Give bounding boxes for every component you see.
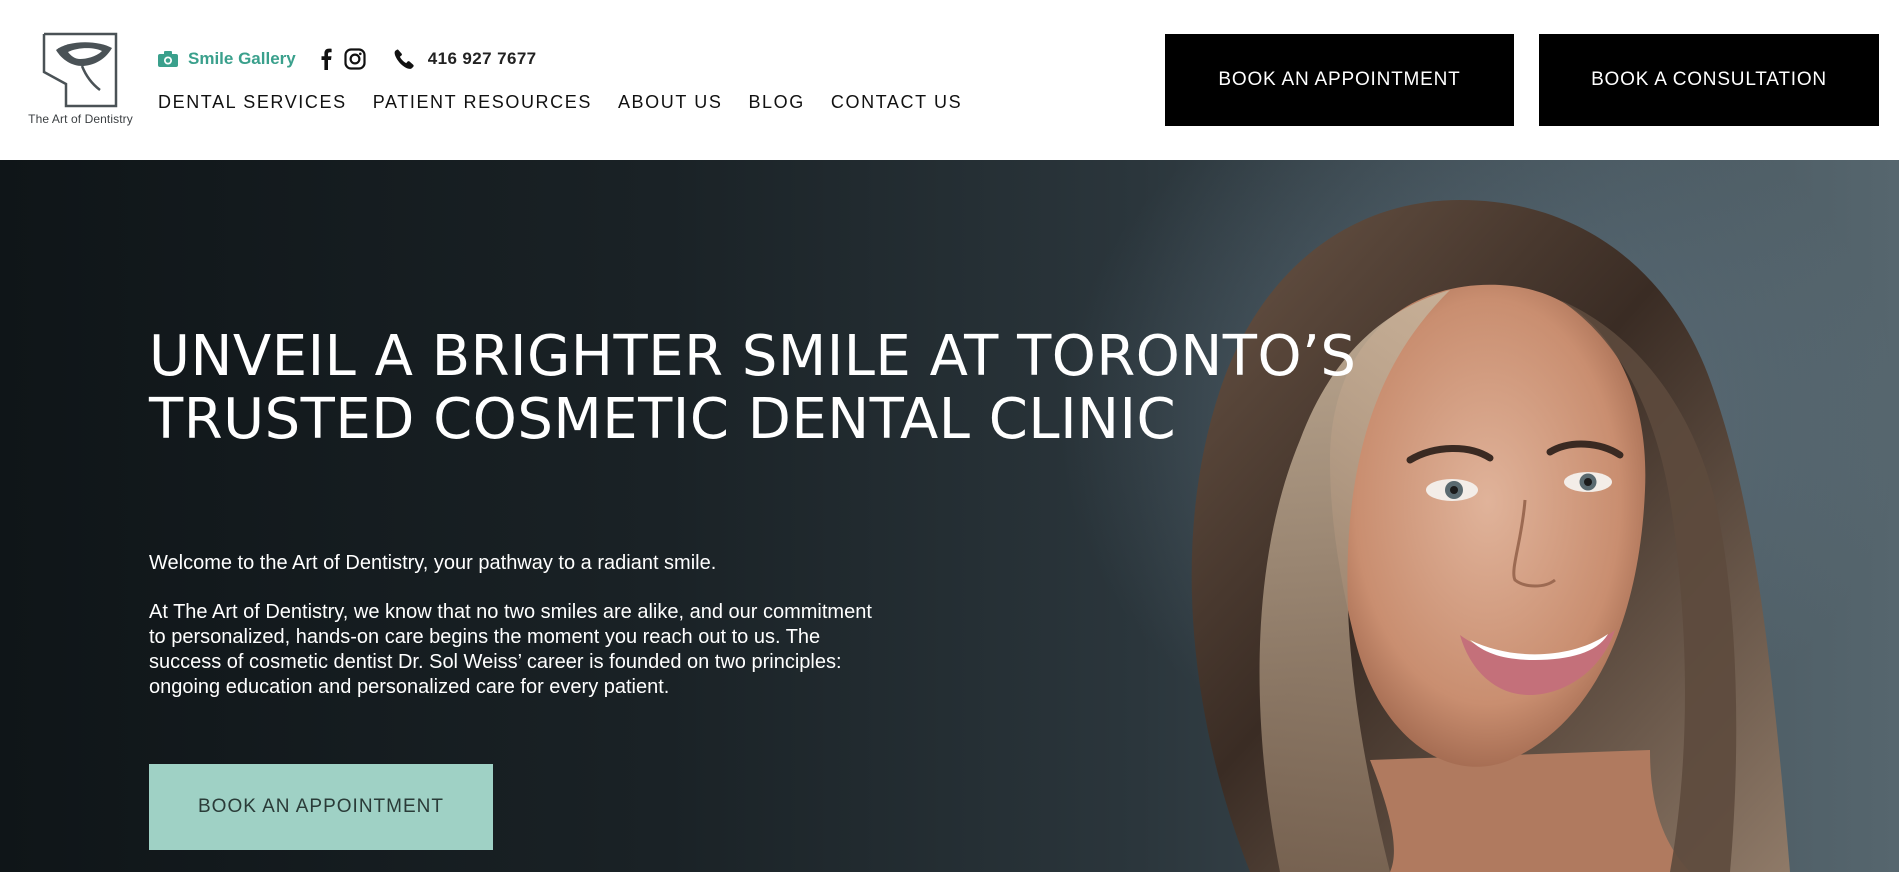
instagram-icon[interactable]: [344, 48, 366, 70]
book-appointment-button[interactable]: BOOK AN APPOINTMENT: [1165, 34, 1514, 126]
phone-number: 416 927 7677: [427, 49, 537, 68]
hero-book-appointment-button[interactable]: BOOK AN APPOINTMENT: [149, 764, 493, 850]
social-links: [320, 48, 366, 70]
nav-contact-us[interactable]: CONTACT US: [831, 92, 962, 113]
book-consultation-button[interactable]: BOOK A CONSULTATION: [1539, 34, 1879, 126]
logo-mark-icon: [42, 32, 118, 108]
camera-icon: [158, 51, 178, 67]
nav-about-us[interactable]: ABOUT US: [618, 92, 723, 113]
hero-portrait-image: [1191, 200, 1790, 872]
phone-contact[interactable]: 416 927 7677: [394, 49, 537, 69]
hero-body-text: At The Art of Dentistry, we know that no…: [149, 601, 872, 698]
nav-patient-resources[interactable]: PATIENT RESOURCES: [373, 92, 592, 113]
nav-dental-services[interactable]: DENTAL SERVICES: [158, 92, 347, 113]
phone-icon: [394, 49, 414, 69]
main-navigation: DENTAL SERVICES PATIENT RESOURCES ABOUT …: [158, 92, 962, 113]
header-utility-bar: Smile Gallery 416 927 7677: [158, 46, 537, 72]
smile-gallery-link[interactable]: Smile Gallery: [158, 49, 296, 69]
smile-gallery-label: Smile Gallery: [188, 49, 296, 68]
hero-intro-text: Welcome to the Art of Dentistry, your pa…: [149, 552, 717, 574]
site-header: The Art of Dentistry Smile Gallery 416 9…: [0, 0, 1899, 160]
facebook-icon[interactable]: [320, 48, 332, 70]
nav-blog[interactable]: BLOG: [748, 92, 804, 113]
site-logo[interactable]: The Art of Dentistry: [18, 28, 143, 132]
hero-banner: UNVEIL A BRIGHTER SMILE AT TORONTO’S TRU…: [0, 160, 1899, 872]
logo-text: The Art of Dentistry: [28, 112, 133, 126]
hero-heading: UNVEIL A BRIGHTER SMILE AT TORONTO’S TRU…: [149, 324, 1357, 452]
